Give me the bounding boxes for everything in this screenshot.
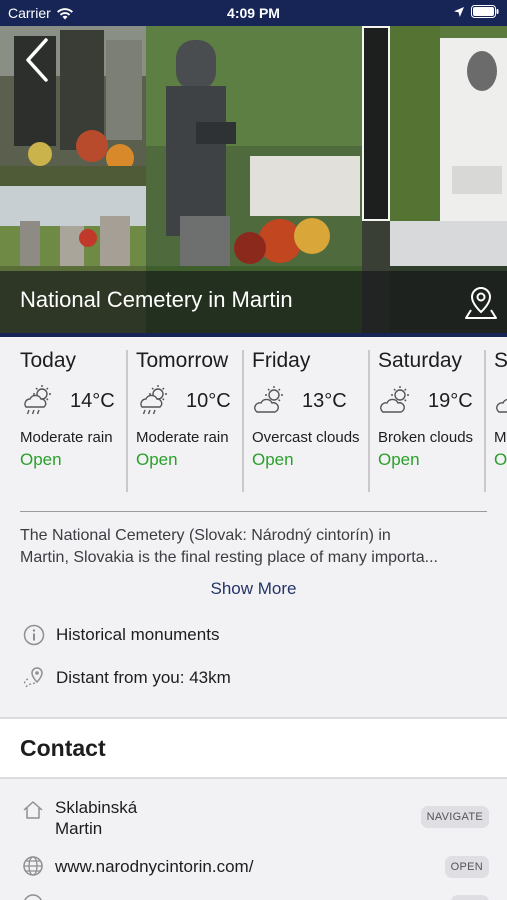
place-hero-image: National Cemetery in Martin: [0, 26, 507, 333]
show-more-button[interactable]: Show More: [0, 579, 507, 599]
rain-cloud-sun-icon: [140, 385, 167, 415]
section-divider: [0, 777, 507, 779]
distance-label: Distant from you: 43km: [56, 668, 231, 687]
forecast-day-label: Saturday: [378, 349, 463, 372]
forecast-day-sunday-partial: S M O: [494, 349, 507, 493]
forecast-condition: M: [494, 429, 507, 446]
battery-icon: [471, 5, 499, 18]
status-bar: Carrier 4:09 PM: [0, 0, 507, 26]
forecast-divider: [368, 350, 370, 492]
forecast-open-status: Open: [378, 450, 420, 469]
category-row: Historical monuments: [22, 623, 219, 647]
forecast-temp: 19°C: [428, 389, 473, 412]
forecast-divider: [242, 350, 244, 492]
distance-pin-icon: [23, 667, 43, 689]
globe-icon: [23, 856, 43, 876]
forecast-day-label: Tomorrow: [136, 349, 229, 372]
partial-pill-button: [451, 895, 489, 900]
forecast-temp: 10°C: [186, 389, 231, 412]
address-text: Sklabinská Martin: [55, 797, 137, 839]
hero-title-overlay: National Cemetery in Martin: [0, 271, 507, 333]
info-icon: [23, 624, 45, 646]
forecast-condition: Broken clouds: [378, 429, 474, 446]
section-divider: [20, 511, 487, 512]
address-row: Sklabinská Martin NAVIGATE: [22, 797, 489, 841]
forecast-temp: 13°C: [302, 389, 347, 412]
category-label: Historical monuments: [56, 625, 220, 644]
forecast-open-status: Open: [136, 450, 178, 469]
phone-icon: [24, 894, 42, 900]
contact-header: Contact: [0, 719, 507, 777]
forecast-day-friday: Friday 13°C Overcast clouds Open: [252, 349, 366, 493]
forecast-temp: 14°C: [70, 389, 115, 412]
description-line: Martin, Slovakia is the final resting pl…: [20, 549, 438, 566]
forecast-open-status: O: [494, 450, 507, 469]
map-pin-icon[interactable]: [461, 283, 501, 323]
weather-forecast[interactable]: Today 14°C Moderate rain Open Tomorrow 1…: [0, 337, 507, 497]
navigate-button[interactable]: NAVIGATE: [420, 806, 489, 828]
cloud-sun-icon: [380, 386, 409, 413]
address-street: Sklabinská: [55, 798, 138, 817]
open-website-button[interactable]: OPEN: [444, 856, 489, 878]
cloud-sun-icon: [496, 398, 507, 413]
rain-cloud-sun-icon: [24, 385, 51, 415]
next-contact-row-partial: [22, 893, 489, 900]
place-title: National Cemetery in Martin: [20, 287, 293, 312]
clock: 4:09 PM: [227, 5, 280, 21]
forecast-day-label: Friday: [252, 349, 311, 372]
distance-row: Distant from you: 43km: [22, 665, 231, 691]
forecast-open-status: Open: [20, 450, 62, 469]
back-chevron-icon[interactable]: [20, 34, 60, 84]
forecast-day-tomorrow: Tomorrow 10°C Moderate rain Open: [136, 349, 240, 493]
website-row: www.narodnycintorin.com/ OPEN: [22, 854, 489, 880]
website-link[interactable]: www.narodnycintorin.com/: [55, 856, 253, 877]
address-city: Martin: [55, 819, 103, 838]
status-indicators: [453, 5, 499, 18]
forecast-condition: Overcast clouds: [252, 429, 360, 446]
forecast-divider: [126, 350, 128, 492]
contact-title: Contact: [20, 735, 106, 761]
forecast-day-label: Today: [20, 349, 77, 372]
forecast-condition: Moderate rain: [20, 429, 113, 446]
home-icon: [23, 801, 43, 819]
forecast-condition: Moderate rain: [136, 429, 229, 446]
forecast-day-label: S: [494, 349, 507, 372]
forecast-divider: [484, 350, 486, 492]
cloud-sun-icon: [254, 386, 283, 413]
forecast-day-saturday: Saturday 19°C Broken clouds Open: [378, 349, 482, 493]
forecast-day-today: Today 14°C Moderate rain Open: [20, 349, 124, 493]
description-line: The National Cemetery (Slovak: Národný c…: [20, 527, 391, 544]
place-description: The National Cemetery (Slovak: Národný c…: [20, 525, 490, 569]
location-arrow-icon: [454, 6, 464, 17]
forecast-open-status: Open: [252, 450, 294, 469]
